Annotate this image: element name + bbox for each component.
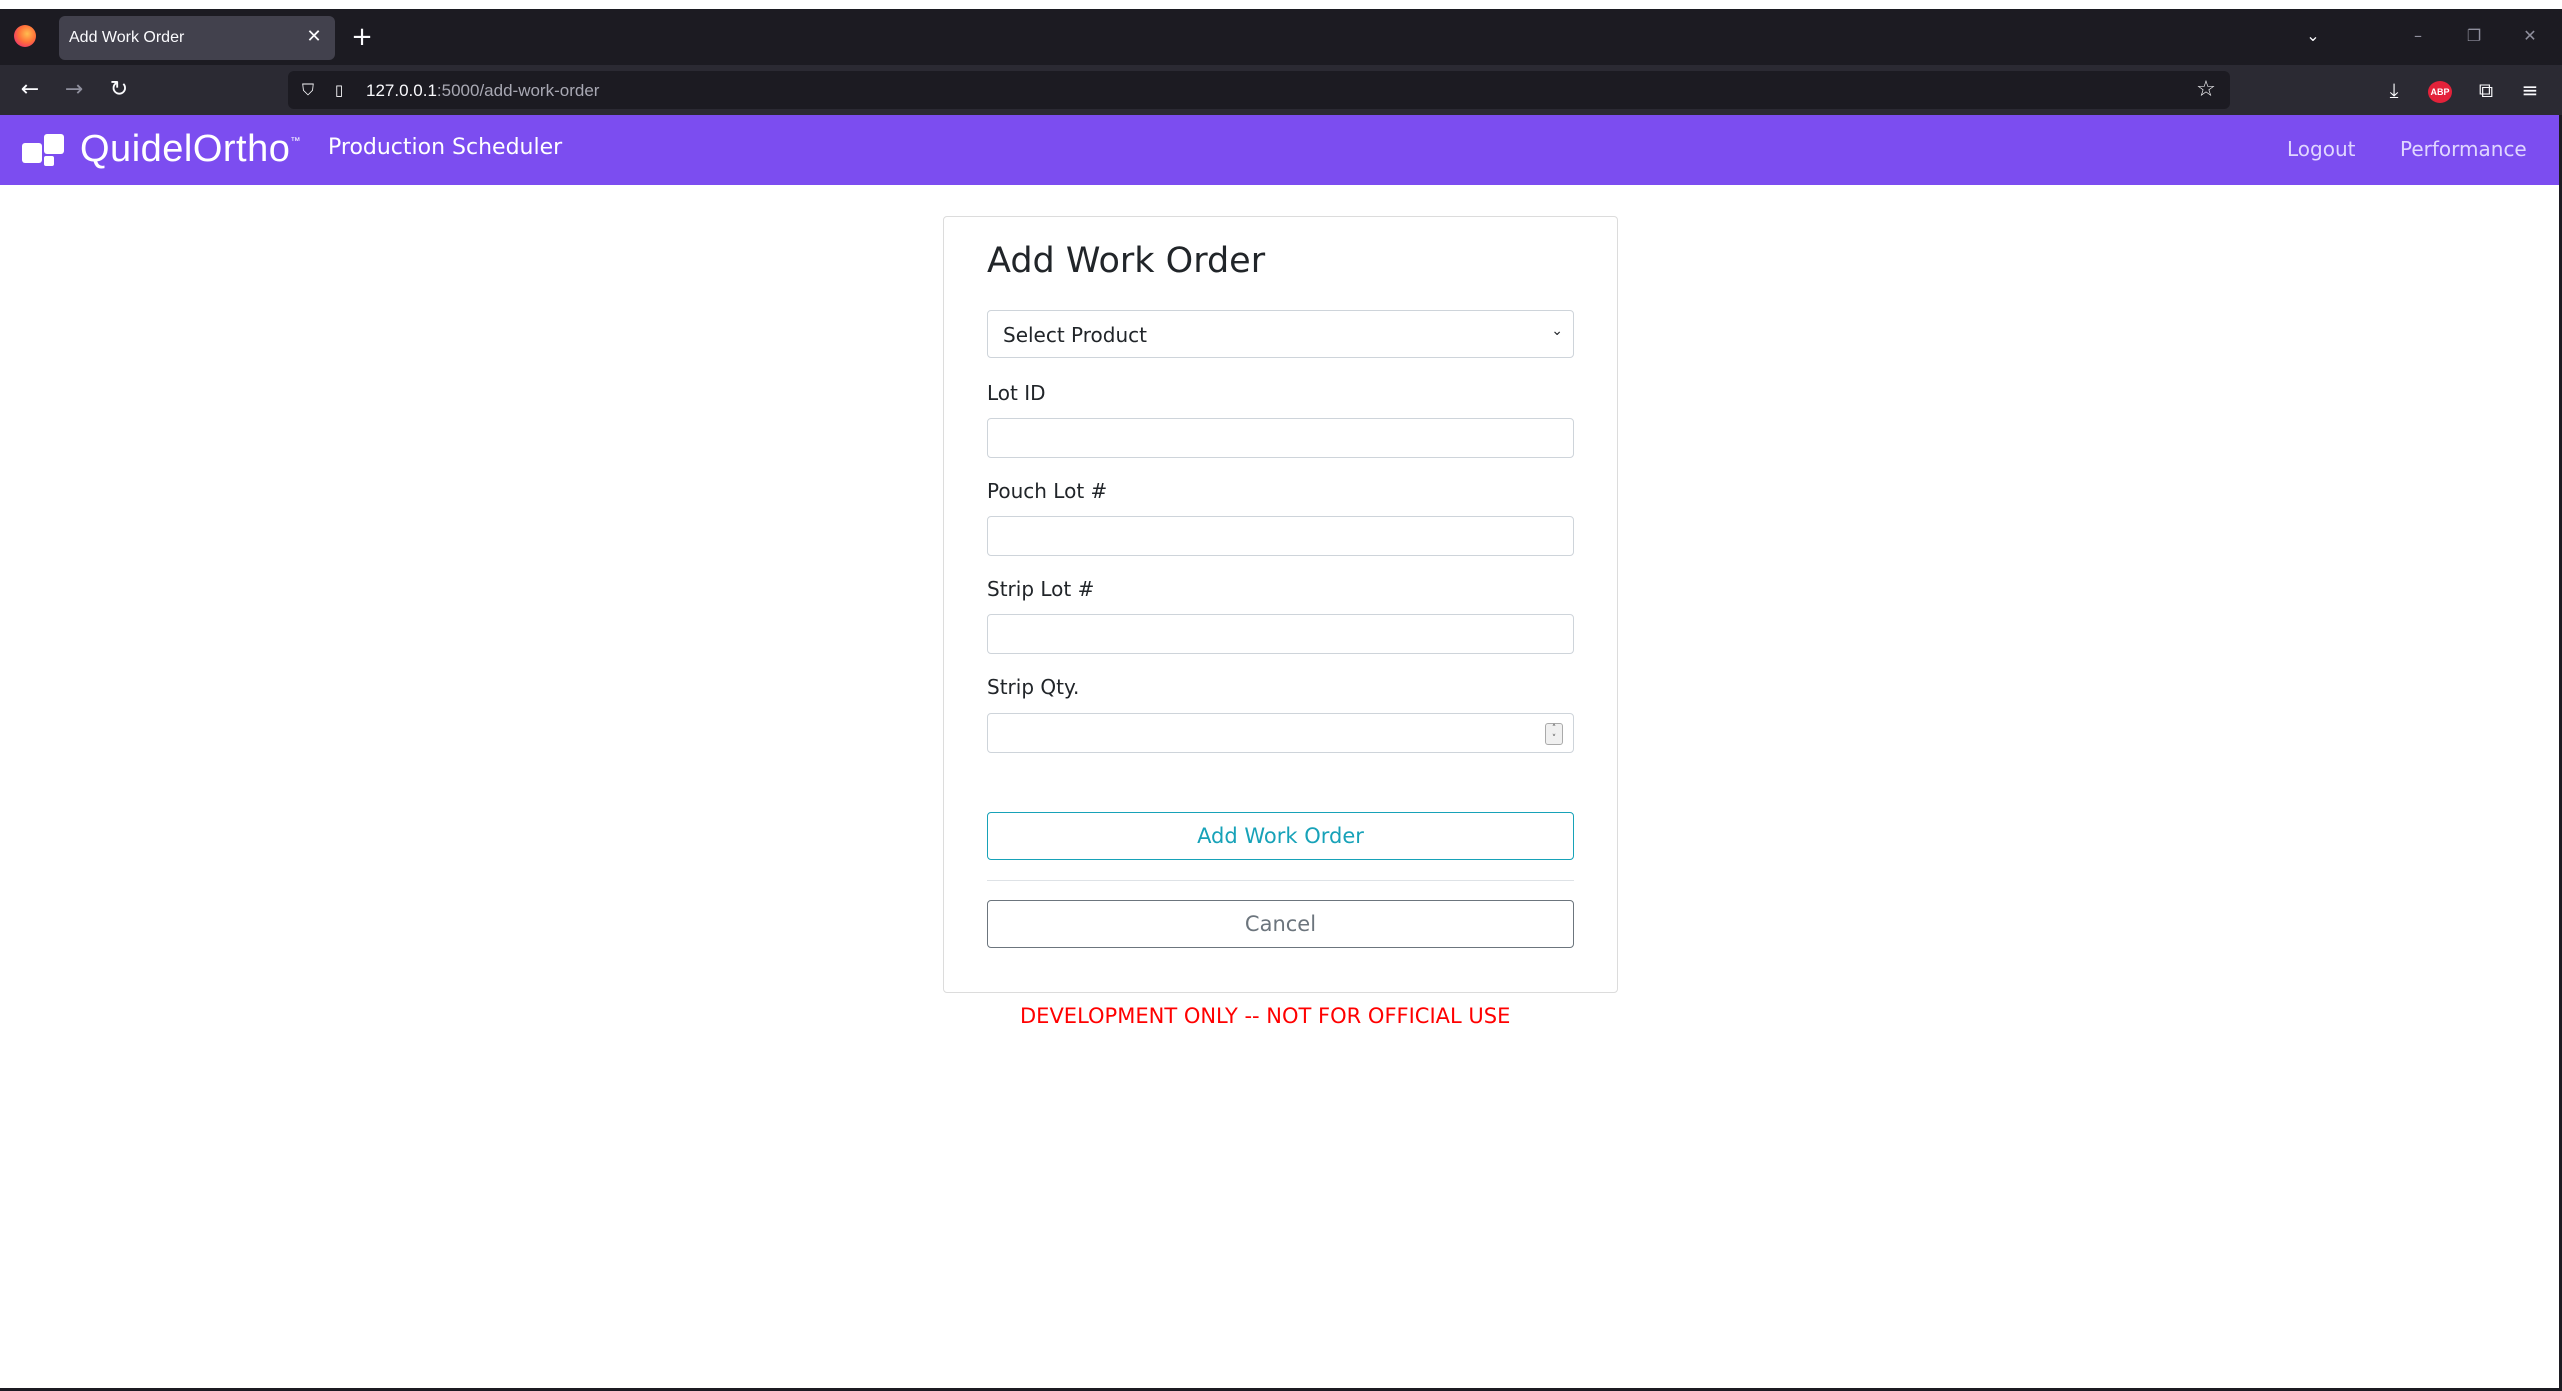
product-select[interactable]: Select Product ⌄ <box>987 310 1574 358</box>
download-icon[interactable]: ⤓ <box>2380 76 2408 104</box>
window-top-edge <box>0 0 2562 9</box>
strip-lot-label: Strip Lot # <box>987 577 1095 601</box>
brand-name[interactable]: QuidelOrtho™ <box>80 128 301 171</box>
firefox-icon <box>14 25 36 47</box>
lot-id-input[interactable] <box>987 418 1574 458</box>
lot-id-label: Lot ID <box>987 381 1046 405</box>
tab-add-work-order[interactable]: Add Work Order ✕ <box>59 16 335 60</box>
divider <box>987 880 1574 881</box>
navigation-toolbar: ← → ↻ ⛉ ▯ 127.0.0.1:5000/add-work-order … <box>0 65 2562 115</box>
strip-qty-input[interactable]: ˄ ˅ <box>987 713 1574 753</box>
star-icon[interactable]: ☆ <box>2194 78 2218 102</box>
development-warning: DEVELOPMENT ONLY -- NOT FOR OFFICIAL USE <box>1020 1004 1511 1028</box>
app-title[interactable]: Production Scheduler <box>328 135 562 160</box>
chevron-down-icon: ⌄ <box>1551 323 1563 339</box>
logout-link[interactable]: Logout <box>2287 137 2355 161</box>
page-title: Add Work Order <box>987 241 1266 281</box>
back-icon[interactable]: ← <box>16 76 44 104</box>
plus-icon[interactable]: + <box>348 23 376 51</box>
quantity-stepper[interactable]: ˄ ˅ <box>1545 723 1563 745</box>
quidelortho-logo-icon <box>22 134 66 166</box>
minimize-icon[interactable]: – <box>2404 23 2432 49</box>
url-text[interactable]: 127.0.0.1:5000/add-work-order <box>366 81 599 101</box>
chevron-down-icon[interactable]: ⌄ <box>2300 23 2326 49</box>
add-work-order-card: Add Work Order Select Product ⌄ Lot ID P… <box>943 216 1618 993</box>
shield-icon[interactable]: ⛉ <box>298 80 318 100</box>
extensions-icon[interactable]: ⧉ <box>2472 76 2500 104</box>
adblock-icon[interactable]: ABP <box>2428 81 2452 103</box>
add-work-order-button[interactable]: Add Work Order <box>987 812 1574 860</box>
strip-qty-label: Strip Qty. <box>987 675 1080 699</box>
forward-icon[interactable]: → <box>60 76 88 104</box>
browser-chrome: Add Work Order ✕ + ⌄ – ❐ ✕ ← → ↻ ⛉ ▯ 127… <box>0 9 2562 115</box>
page-icon[interactable]: ▯ <box>330 80 348 100</box>
performance-link[interactable]: Performance <box>2400 137 2527 161</box>
strip-lot-input[interactable] <box>987 614 1574 654</box>
tab-title: Add Work Order <box>69 29 185 46</box>
url-bar[interactable]: ⛉ ▯ 127.0.0.1:5000/add-work-order ☆ <box>288 71 2230 109</box>
restore-icon[interactable]: ❐ <box>2460 23 2488 49</box>
close-icon[interactable]: ✕ <box>301 24 327 50</box>
pouch-lot-input[interactable] <box>987 516 1574 556</box>
product-select-value: Select Product <box>1003 323 1147 347</box>
url-path: :5000/add-work-order <box>436 81 600 100</box>
window-close-icon[interactable]: ✕ <box>2516 23 2544 49</box>
url-host: 127.0.0.1 <box>366 81 437 100</box>
cancel-button[interactable]: Cancel <box>987 900 1574 948</box>
tab-bar: Add Work Order ✕ + ⌄ – ❐ ✕ <box>0 9 2562 65</box>
menu-icon[interactable]: ≡ <box>2516 76 2544 104</box>
pouch-lot-label: Pouch Lot # <box>987 479 1108 503</box>
reload-icon[interactable]: ↻ <box>105 76 133 104</box>
app-navbar: QuidelOrtho™ Production Scheduler Logout… <box>0 115 2562 185</box>
